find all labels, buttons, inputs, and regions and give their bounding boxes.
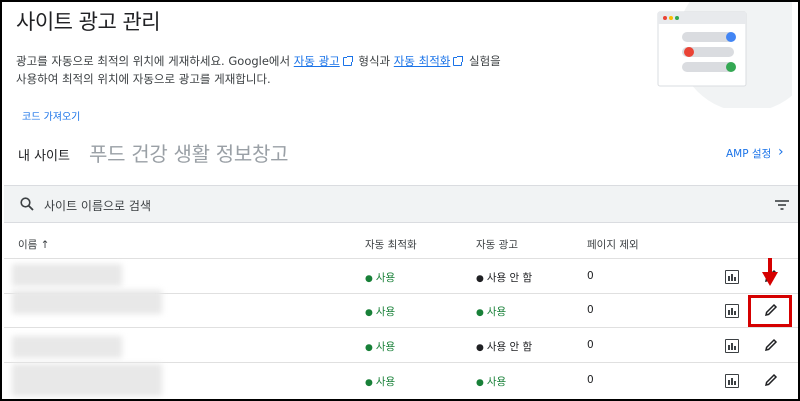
- chevron-right-icon: ›: [778, 144, 784, 160]
- page-exclusions-count: 0: [587, 339, 594, 351]
- auto-ads-status: ● 사용: [476, 376, 507, 388]
- app-frame: 사이트 광고 관리 광고를 자동으로 최적의 위치에 게재하세요. Google…: [0, 0, 800, 401]
- report-icon[interactable]: [725, 339, 739, 353]
- divider: [4, 362, 798, 363]
- search-bar[interactable]: 사이트 이름으로 검색: [4, 185, 798, 223]
- blurred-site-name: [12, 264, 122, 286]
- column-header-page-exclusions[interactable]: 페이지 제외: [587, 237, 639, 252]
- site-name-title: 푸드 건강 생활 정보창고: [89, 142, 289, 166]
- filter-icon[interactable]: [774, 199, 790, 211]
- desc-text-2: 형식과: [358, 54, 391, 68]
- annotation-arrow-icon: [762, 258, 778, 286]
- annotation-highlight-box: [748, 295, 792, 327]
- auto-optimize-status: ● 사용: [365, 272, 396, 284]
- desc-text-1: 광고를 자동으로 최적의 위치에 게재하세요. Google에서: [16, 54, 291, 68]
- amp-settings-link[interactable]: AMP 설정: [726, 146, 771, 161]
- desc-text-4: 사용하여 최적의 위치에 자동으로 광고를 게재합니다.: [16, 72, 271, 86]
- external-link-icon: [342, 56, 353, 66]
- page-title: 사이트 광고 관리: [16, 10, 161, 34]
- desc-text-3: 실험을: [469, 54, 501, 68]
- auto-optimize-status: ● 사용: [365, 376, 396, 388]
- auto-optimize-status: ● 사용: [365, 306, 396, 318]
- page-description: 광고를 자동으로 최적의 위치에 게재하세요. Google에서 자동 광고 형…: [16, 52, 516, 88]
- blurred-site-name: [12, 336, 122, 358]
- page-exclusions-count: 0: [587, 270, 594, 282]
- auto-ads-status: ● 사용 안 함: [476, 341, 533, 353]
- auto-ads-link[interactable]: 자동 광고: [294, 54, 340, 68]
- search-icon: [20, 197, 34, 211]
- page-exclusions-count: 0: [587, 304, 594, 316]
- my-sites-label: 내 사이트: [18, 149, 70, 164]
- column-header-auto-optimize[interactable]: 자동 최적화: [365, 237, 417, 252]
- auto-optimize-link[interactable]: 자동 최적화: [394, 54, 451, 68]
- blurred-site-name: [12, 290, 162, 314]
- auto-optimize-status: ● 사용: [365, 341, 396, 353]
- edit-pencil-icon[interactable]: [763, 337, 779, 353]
- column-header-auto-ads[interactable]: 자동 광고: [476, 237, 518, 252]
- report-icon[interactable]: [725, 374, 739, 388]
- search-input[interactable]: 사이트 이름으로 검색: [44, 197, 151, 214]
- edit-pencil-icon[interactable]: [763, 372, 779, 388]
- divider: [4, 327, 798, 328]
- external-link-icon: [453, 56, 464, 66]
- get-code-link[interactable]: 코드 가져오기: [22, 108, 80, 123]
- auto-ads-status: ● 사용: [476, 306, 507, 318]
- blurred-site-name: [12, 364, 162, 396]
- site-illustration-icon: [657, 2, 792, 108]
- column-header-name[interactable]: 이름 ↑: [18, 237, 49, 252]
- divider: [4, 258, 798, 259]
- report-icon[interactable]: [725, 304, 739, 318]
- auto-ads-status: ● 사용 안 함: [476, 272, 533, 284]
- page-exclusions-count: 0: [587, 374, 594, 386]
- report-icon[interactable]: [725, 270, 739, 284]
